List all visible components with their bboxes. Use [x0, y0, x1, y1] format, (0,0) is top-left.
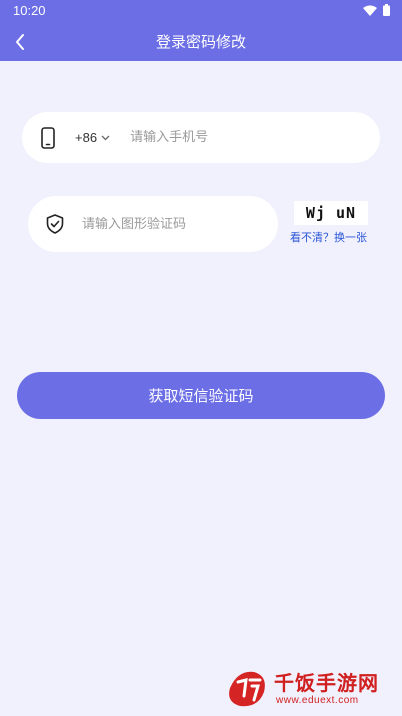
captcha-refresh-link[interactable]: 看不清？换一张 [290, 229, 367, 245]
watermark-url: www.eduext.com [276, 695, 359, 706]
status-time: 10:20 [13, 3, 46, 18]
watermark-name: 千饭手游网 [274, 671, 379, 695]
wifi-icon [363, 5, 377, 16]
phone-input[interactable] [130, 130, 351, 145]
app-header: 10:20 登录密码修改 [0, 0, 402, 61]
title-bar: 登录密码修改 [0, 22, 402, 61]
status-bar: 10:20 [0, 0, 402, 22]
phone-icon [41, 126, 55, 149]
country-code-selector[interactable]: +86 [75, 130, 110, 145]
status-icons [363, 4, 390, 16]
get-sms-code-button[interactable]: 获取短信验证码 [17, 372, 385, 419]
chevron-down-icon [101, 135, 110, 140]
shield-check-icon [46, 214, 64, 234]
captcha-field[interactable] [28, 196, 278, 252]
country-code-label: +86 [75, 130, 98, 145]
captcha-input[interactable] [82, 216, 262, 232]
battery-icon [383, 4, 390, 16]
captcha-image[interactable]: Wj uN [294, 201, 368, 225]
page-title: 登录密码修改 [155, 33, 246, 51]
watermark: 千饭手游网 www.eduext.com [224, 664, 394, 712]
phone-field[interactable]: +86 [22, 112, 380, 163]
captcha-image-text: Wj uN [305, 204, 357, 222]
watermark-logo [229, 671, 265, 707]
